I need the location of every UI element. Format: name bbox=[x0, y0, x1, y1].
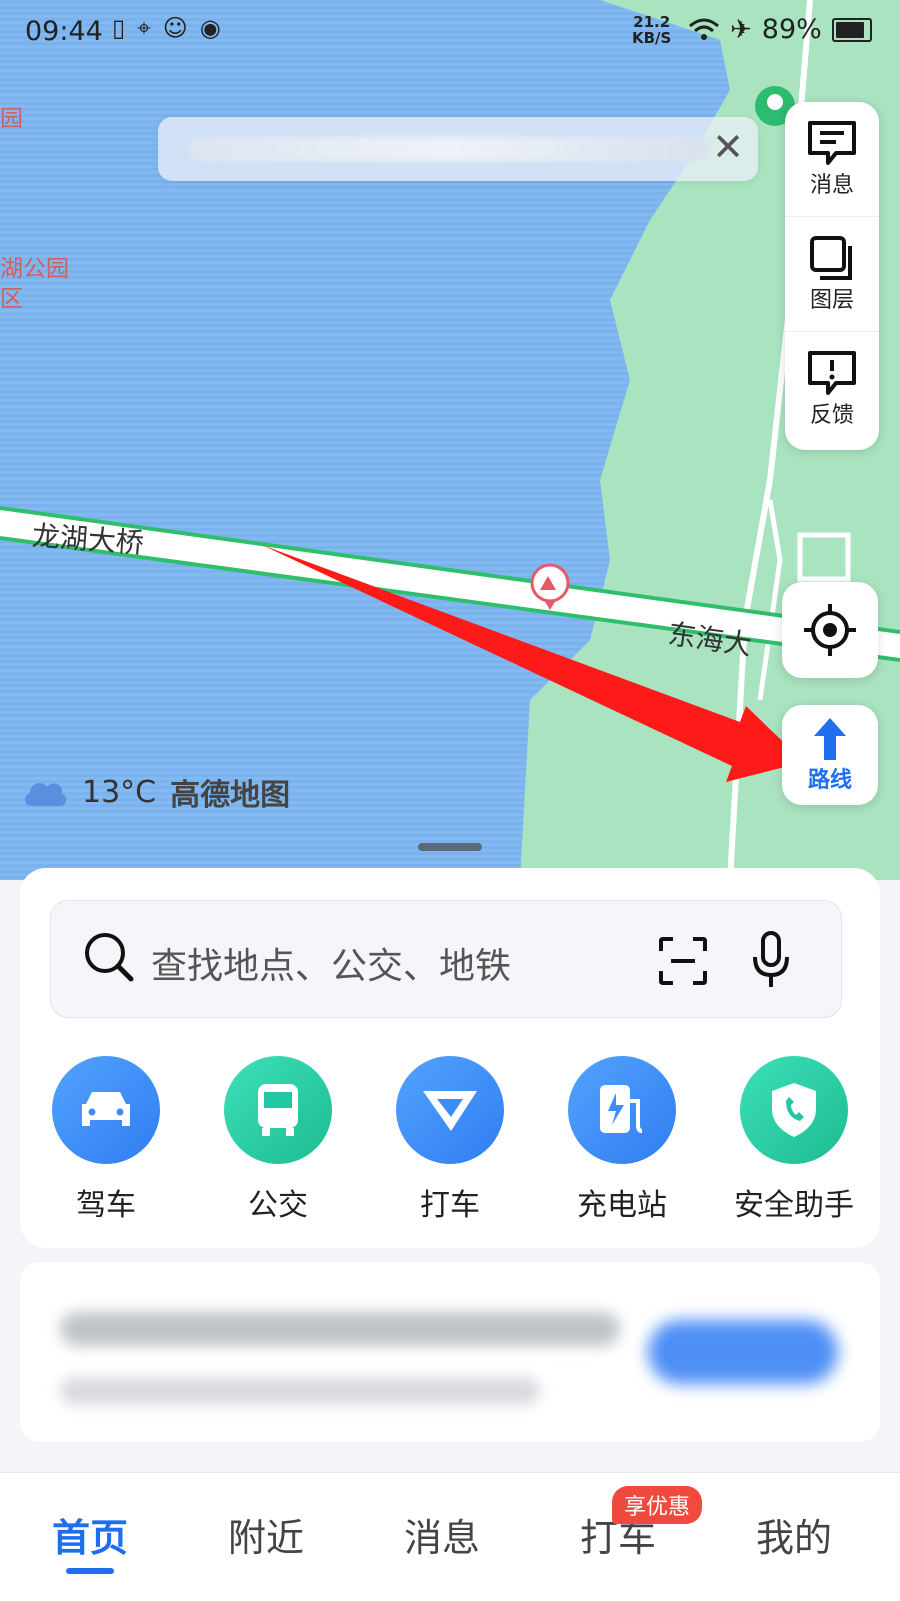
status-bar: 09:44 ▯ ⌖ ☺ ◉ 21.2 KB/S ✈ 89% bbox=[0, 0, 900, 64]
quick-action-label: 公交 bbox=[248, 1188, 308, 1223]
route-label: 路线 bbox=[807, 768, 852, 793]
scan-icon[interactable] bbox=[657, 935, 709, 987]
speed-unit: KB/S bbox=[632, 29, 672, 47]
safety-shield-icon bbox=[740, 1056, 848, 1164]
search-card: 查找地点、公交、地铁 驾车 公交 打车 充电站 安全助手 bbox=[20, 868, 880, 1248]
cloud-icon bbox=[24, 783, 67, 806]
bus-icon bbox=[224, 1056, 332, 1164]
quick-action-bus[interactable]: 公交 bbox=[192, 1056, 364, 1224]
temperature-text: 13°C bbox=[82, 774, 157, 810]
message-label: 消息 bbox=[809, 173, 854, 198]
quick-action-safety[interactable]: 安全助手 bbox=[708, 1056, 880, 1224]
tab-home[interactable]: 首页 bbox=[52, 1507, 128, 1562]
weather-info: 13°C 高德地图 bbox=[22, 770, 290, 814]
layers-button[interactable]: 图层 bbox=[785, 217, 879, 332]
promo-blurred-button[interactable] bbox=[648, 1320, 838, 1384]
tab-nearby[interactable]: 附近 bbox=[228, 1507, 304, 1562]
search-icon bbox=[85, 933, 134, 982]
car-icon bbox=[52, 1056, 160, 1164]
quick-action-label: 充电站 bbox=[577, 1188, 667, 1223]
promo-blurred-subtitle bbox=[60, 1377, 540, 1405]
park-corner-label: 园 bbox=[0, 106, 23, 132]
quick-actions: 驾车 公交 打车 充电站 安全助手 bbox=[20, 1056, 880, 1224]
message-button[interactable]: 消息 bbox=[785, 102, 879, 217]
microphone-icon[interactable] bbox=[751, 931, 791, 989]
qq-icon: ☺ bbox=[162, 14, 188, 42]
feedback-button[interactable]: 反馈 bbox=[785, 332, 879, 446]
charging-station-icon bbox=[568, 1056, 676, 1164]
quick-action-label: 安全助手 bbox=[734, 1188, 854, 1223]
layers-icon bbox=[810, 236, 852, 280]
app-notification-icon: ◉ bbox=[199, 14, 221, 42]
tab-mine[interactable]: 我的 bbox=[756, 1507, 832, 1562]
airplane-icon: ✈ bbox=[730, 14, 752, 45]
tab-messages[interactable]: 消息 bbox=[404, 1507, 480, 1562]
search-placeholder: 查找地点、公交、地铁 bbox=[151, 946, 512, 987]
notification-banner[interactable]: ✕ bbox=[158, 117, 758, 181]
park-label-line2: 区 bbox=[0, 286, 23, 312]
close-icon[interactable]: ✕ bbox=[712, 127, 744, 167]
status-time: 09:44 bbox=[25, 16, 103, 47]
brand-text: 高德地图 bbox=[170, 778, 291, 813]
quick-action-label: 驾车 bbox=[76, 1188, 136, 1223]
crosshair-icon bbox=[804, 604, 856, 656]
battery-icon bbox=[831, 17, 872, 42]
banner-blurred-text bbox=[188, 137, 708, 161]
search-bar[interactable]: 查找地点、公交、地铁 bbox=[50, 900, 842, 1018]
promo-blurred-title bbox=[60, 1312, 620, 1346]
speed-value: 21.2 bbox=[633, 13, 671, 31]
locate-button[interactable] bbox=[782, 582, 878, 678]
route-arrow-icon bbox=[814, 718, 846, 760]
wifi-icon bbox=[689, 18, 719, 40]
map-side-panel: 消息 图层 反馈 bbox=[785, 102, 879, 450]
taxi-discount-badge: 享优惠 bbox=[612, 1486, 703, 1524]
bottom-tab-bar: 首页 附近 消息 打车 我的 bbox=[0, 1472, 900, 1601]
battery-percent: 89% bbox=[761, 14, 822, 45]
quick-action-label: 打车 bbox=[420, 1188, 480, 1223]
status-icons: ▯ ⌖ ☺ ◉ bbox=[112, 14, 221, 42]
bridge-label: 龙湖大桥 bbox=[30, 519, 145, 560]
quick-action-taxi[interactable]: 打车 bbox=[364, 1056, 536, 1224]
promo-card[interactable] bbox=[20, 1262, 880, 1442]
active-tab-indicator bbox=[66, 1568, 114, 1574]
message-icon bbox=[808, 121, 856, 165]
status-right: ✈ 89% bbox=[688, 14, 872, 45]
vibrate-icon: ▯ bbox=[112, 14, 126, 42]
location-icon: ⌖ bbox=[137, 14, 151, 42]
feedback-label: 反馈 bbox=[809, 403, 854, 428]
network-speed: 21.2 KB/S bbox=[632, 14, 671, 46]
layers-label: 图层 bbox=[809, 288, 854, 313]
park-label-line1: 湖公园 bbox=[0, 256, 69, 282]
route-button[interactable]: 路线 bbox=[782, 705, 878, 805]
quick-action-charging[interactable]: 充电站 bbox=[536, 1056, 708, 1224]
drag-handle[interactable] bbox=[418, 843, 482, 851]
quick-action-drive[interactable]: 驾车 bbox=[20, 1056, 192, 1224]
taxi-icon bbox=[396, 1056, 504, 1164]
feedback-icon bbox=[808, 351, 856, 395]
